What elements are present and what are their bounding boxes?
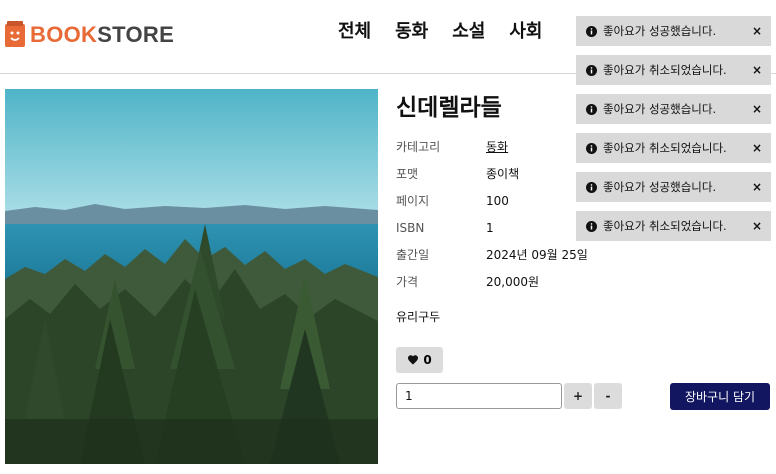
info-icon <box>586 103 597 115</box>
close-icon[interactable]: × <box>752 101 762 117</box>
detail-value: 종이책 <box>486 167 520 181</box>
toast-message: 좋아요가 성공했습니다. <box>603 180 717 194</box>
like-count: 0 <box>423 353 432 367</box>
detail-label: 페이지 <box>396 194 430 208</box>
like-button[interactable]: 0 <box>396 347 443 373</box>
heart-icon <box>408 355 419 365</box>
info-icon <box>586 25 597 37</box>
close-icon[interactable]: × <box>752 62 762 78</box>
toast-message: 좋아요가 취소되었습니다. <box>603 63 727 77</box>
close-icon[interactable]: × <box>752 218 762 234</box>
detail-value: 1 <box>486 220 494 235</box>
close-icon[interactable]: × <box>752 140 762 156</box>
quantity-input[interactable] <box>396 383 562 409</box>
detail-value: 20,000원 <box>486 275 540 289</box>
nav-item-fairytale[interactable]: 동화 <box>395 19 428 45</box>
detail-label: 가격 <box>396 275 419 289</box>
close-icon[interactable]: × <box>752 23 762 39</box>
nav-item-all[interactable]: 전체 <box>338 19 371 45</box>
category-link[interactable]: 동화 <box>486 138 508 155</box>
toast-message: 좋아요가 취소되었습니다. <box>603 141 727 155</box>
toast: 좋아요가 성공했습니다. × <box>576 16 771 46</box>
detail-row-price: 가격 20,000원 <box>396 268 616 295</box>
info-icon <box>586 64 597 76</box>
logo-text: BOOKSTORE <box>30 21 174 49</box>
logo-text-store: STORE <box>97 22 175 47</box>
toast: 좋아요가 성공했습니다. × <box>576 172 771 202</box>
nav-item-novel[interactable]: 소설 <box>452 19 485 45</box>
book-summary: 유리구두 <box>396 310 441 324</box>
category-nav: 전체 동화 소설 사회 <box>338 19 543 45</box>
add-to-cart-button[interactable]: 장바구니 담기 <box>670 383 770 410</box>
toast-message: 좋아요가 성공했습니다. <box>603 24 717 38</box>
detail-label: 카테고리 <box>396 140 441 154</box>
detail-label: 포맷 <box>396 167 419 181</box>
detail-value: 100 <box>486 193 509 208</box>
info-icon <box>586 220 597 232</box>
toast-container: 좋아요가 성공했습니다. × 좋아요가 취소되었습니다. × 좋아요가 성공했습… <box>576 16 771 250</box>
toast: 좋아요가 취소되었습니다. × <box>576 133 771 163</box>
toast: 좋아요가 취소되었습니다. × <box>576 55 771 85</box>
toast: 좋아요가 성공했습니다. × <box>576 94 771 124</box>
toast: 좋아요가 취소되었습니다. × <box>576 211 771 241</box>
detail-label: 출간일 <box>396 248 430 262</box>
info-icon <box>586 142 597 154</box>
quantity-decrease-button[interactable]: - <box>594 383 622 409</box>
book-title: 신데렐라들 <box>396 95 502 121</box>
quantity-increase-button[interactable]: + <box>564 383 592 409</box>
toast-message: 좋아요가 취소되었습니다. <box>603 219 727 233</box>
book-cover-image <box>5 89 378 464</box>
close-icon[interactable]: × <box>752 179 762 195</box>
logo[interactable]: BOOKSTORE <box>5 21 174 49</box>
detail-label: ISBN <box>396 220 425 235</box>
nav-item-society[interactable]: 사회 <box>509 19 542 45</box>
info-icon <box>586 181 597 193</box>
logo-text-book: BOOK <box>30 22 98 47</box>
detail-value: 2024년 09월 25일 <box>486 248 588 262</box>
book-icon <box>5 21 25 47</box>
toast-message: 좋아요가 성공했습니다. <box>603 102 717 116</box>
